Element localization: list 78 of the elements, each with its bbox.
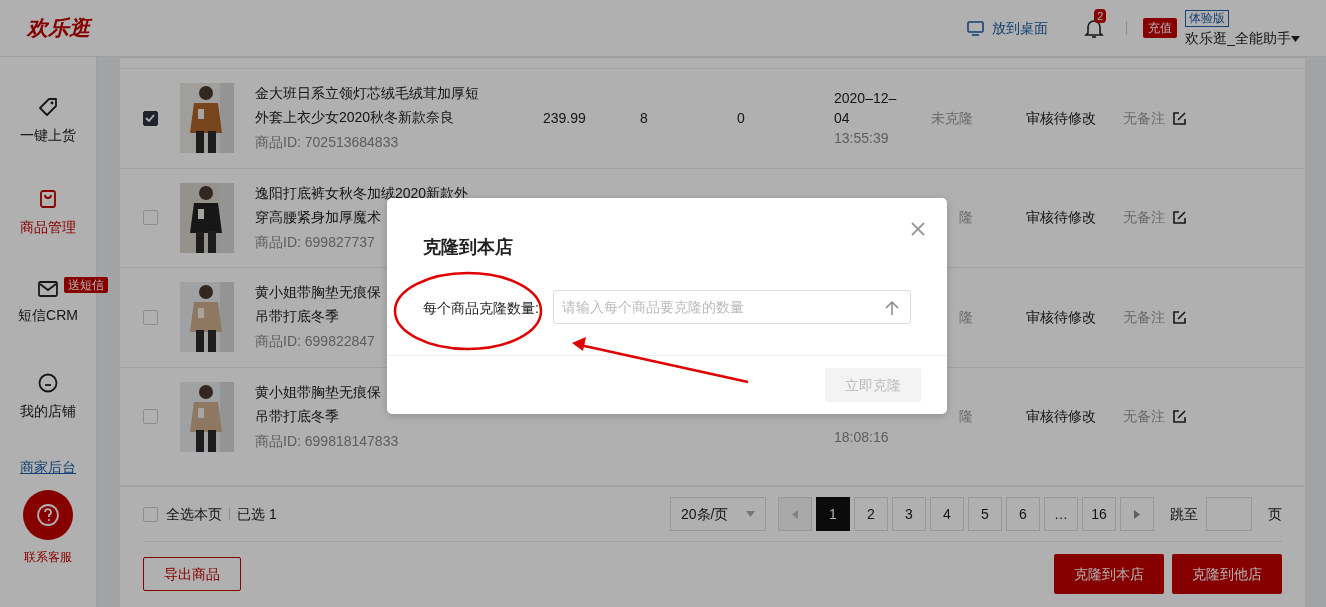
modal-title: 克隆到本店: [423, 236, 513, 259]
page-unit-label: 页: [1268, 504, 1282, 524]
sidebar-item[interactable]: 短信CRM: [18, 305, 78, 326]
help-icon[interactable]: [23, 490, 73, 540]
time-text: 18:08:16: [834, 427, 890, 447]
page-button[interactable]: 1: [816, 497, 850, 531]
product-title[interactable]: 黄小姐带胸垫无痕保: [255, 379, 381, 404]
bag-icon: [39, 189, 57, 209]
field-label: 每个商品克隆数量:: [422, 299, 539, 318]
product-id: 商品ID: 699822847: [255, 332, 375, 352]
desktop-link[interactable]: 放到桌面: [967, 17, 1049, 39]
clone-status: 隆: [959, 308, 973, 325]
recharge-button[interactable]: 充值: [1143, 18, 1178, 38]
page-button[interactable]: 2: [854, 497, 888, 531]
product-title[interactable]: 吊带打底冬季: [255, 403, 339, 428]
badge-label: 送短信: [64, 277, 109, 293]
audit-status: 审核待修改: [1026, 209, 1096, 226]
merchant-link[interactable]: 商家后台: [20, 457, 76, 478]
row-checkbox[interactable]: [142, 110, 158, 126]
product-title[interactable]: 黄小姐带胸垫无痕保: [255, 280, 381, 305]
jump-label: 跳至: [1170, 504, 1198, 524]
time-text: 13:55:39: [834, 129, 890, 149]
triangle-right-icon[interactable]: [1134, 509, 1140, 519]
select-all-checkbox[interactable]: [143, 506, 158, 522]
clone-here-button[interactable]: 克隆到本店: [1054, 554, 1164, 594]
caret-icon[interactable]: [1291, 35, 1300, 42]
page-button[interactable]: …: [1044, 497, 1078, 531]
page-input[interactable]: [1206, 497, 1252, 531]
product-title[interactable]: 穿高腰紧身加厚魔术: [255, 204, 381, 229]
triangle-left-icon[interactable]: [792, 509, 798, 519]
page-button[interactable]: 5: [968, 497, 1002, 531]
clone-status: 未克隆: [931, 109, 973, 126]
arrow-up-icon[interactable]: [885, 300, 899, 315]
edit-icon[interactable]: [1173, 410, 1186, 424]
product-title[interactable]: 吊带打底冬季: [255, 304, 339, 329]
date-text: 2020–12–04: [834, 89, 898, 129]
select-all-label[interactable]: 全选本页: [166, 503, 222, 525]
support-link[interactable]: 联系客服: [24, 548, 72, 566]
audit-status: 审核待修改: [1026, 308, 1096, 325]
page-button[interactable]: 3: [892, 497, 926, 531]
edition-label: 体验版: [1185, 10, 1230, 27]
clone-other-button[interactable]: 克隆到他店: [1172, 554, 1282, 594]
sidebar-item[interactable]: 商品管理: [20, 217, 76, 238]
audit-status: 审核待修改: [1026, 109, 1096, 126]
tag-icon: [38, 97, 58, 117]
next-page-button[interactable]: [1120, 497, 1154, 531]
edit-icon[interactable]: [1173, 211, 1186, 225]
clone-status: 隆: [959, 408, 973, 425]
page-size-select[interactable]: 20条/页: [670, 497, 766, 531]
edit-icon[interactable]: [1173, 111, 1186, 125]
edit-icon[interactable]: [1173, 310, 1186, 324]
product-id: 商品ID: 702513684833: [255, 133, 399, 153]
note-text: 无备注: [1123, 208, 1165, 228]
close-icon[interactable]: [911, 222, 925, 237]
product-id: 商品ID: 699818147833: [255, 431, 399, 451]
sidebar-item[interactable]: 一键上货: [20, 125, 76, 146]
page-button[interactable]: 4: [930, 497, 964, 531]
smiley-icon: [38, 373, 58, 393]
product-title[interactable]: 金大班日系立领灯芯绒毛绒茸加厚短外套上衣少女2020秋冬新款奈良: [255, 81, 487, 130]
clone-status: 隆: [959, 209, 973, 226]
price-text: 239.99: [543, 109, 586, 126]
monitor-icon: [967, 20, 985, 36]
note-text: 无备注: [1123, 108, 1165, 128]
product-id: 商品ID: 699827737: [255, 232, 375, 252]
audit-status: 审核待修改: [1026, 408, 1096, 425]
quantity-field[interactable]: 请输入每个商品要克隆的数量: [553, 290, 911, 324]
mail-icon: [38, 281, 58, 297]
table-cell: 8: [640, 109, 648, 126]
table-cell: 0: [737, 109, 745, 126]
export-button[interactable]: 导出商品: [143, 557, 241, 591]
note-text: 无备注: [1123, 307, 1165, 327]
user-menu[interactable]: 欢乐逛_全能助手: [1185, 28, 1291, 49]
note-text: 无备注: [1123, 407, 1165, 427]
page-button[interactable]: 6: [1006, 497, 1040, 531]
notification-badge: 2: [1094, 9, 1107, 24]
page-button[interactable]: 16: [1082, 497, 1116, 531]
sidebar-item[interactable]: 我的店铺: [20, 401, 76, 422]
selected-count: 已选 1: [237, 504, 277, 524]
